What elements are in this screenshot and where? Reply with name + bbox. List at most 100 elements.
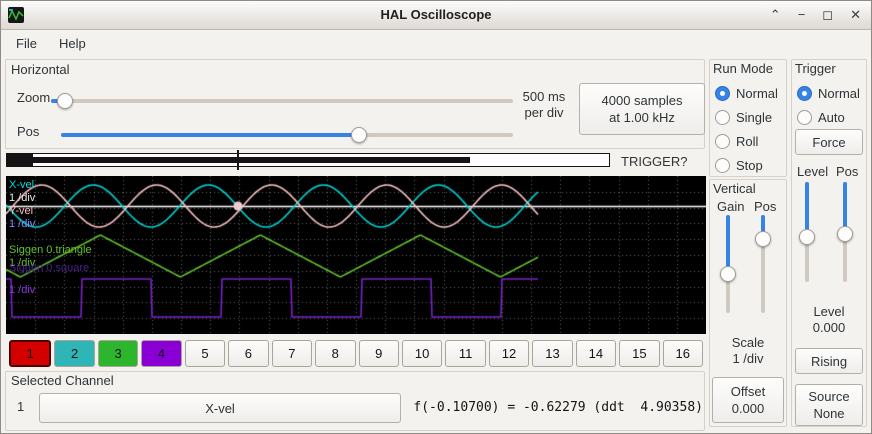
samples-line1: 4000 samples: [602, 92, 683, 109]
channel-button-16[interactable]: 16: [663, 340, 703, 367]
channel-button-14[interactable]: 14: [576, 340, 616, 367]
slider-handle[interactable]: [755, 231, 771, 247]
gain-slider[interactable]: [720, 215, 736, 313]
shade-button[interactable]: ⌃: [770, 1, 781, 29]
menu-help[interactable]: Help: [48, 32, 97, 55]
radio-label: Normal: [818, 86, 860, 101]
channel-button-5[interactable]: 5: [185, 340, 225, 367]
app-window: HAL Oscilloscope ⌃ − ◻ ✕ File Help Horiz…: [0, 0, 872, 434]
offset-label: Offset: [731, 383, 765, 400]
timeline-left-cap: [7, 154, 33, 166]
radio-icon: [797, 86, 812, 101]
close-button[interactable]: ✕: [850, 1, 861, 29]
run-mode-option-stop[interactable]: Stop: [715, 153, 778, 177]
selected-channel-name-button[interactable]: X-vel: [39, 393, 401, 423]
samples-button[interactable]: 4000 samples at 1.00 kHz: [579, 83, 705, 135]
slider-handle[interactable]: [837, 226, 853, 242]
titlebar: HAL Oscilloscope ⌃ − ◻ ✕: [1, 1, 871, 30]
channel-button-1[interactable]: 1: [9, 340, 51, 367]
run-mode-title: Run Mode: [713, 61, 773, 76]
menubar: File Help: [1, 30, 871, 56]
slider-fill: [61, 133, 359, 137]
radio-label: Single: [736, 110, 772, 125]
slider-handle[interactable]: [720, 266, 736, 282]
radio-icon: [715, 86, 730, 101]
radio-icon: [715, 110, 730, 125]
timeline-bar[interactable]: [6, 153, 610, 167]
radio-icon: [715, 158, 730, 173]
radio-label: Roll: [736, 134, 758, 149]
channel-button-7[interactable]: 7: [272, 340, 312, 367]
channel-button-6[interactable]: 6: [228, 340, 268, 367]
force-button-label: Force: [812, 134, 845, 151]
source-button[interactable]: Source None: [795, 384, 863, 426]
run-mode-options: Normal Single Roll Stop: [715, 81, 778, 177]
timeline-window-bar[interactable]: [33, 157, 470, 163]
vertical-pos-label: Pos: [754, 199, 776, 214]
radio-label: Stop: [736, 158, 763, 173]
source-line2: None: [813, 405, 844, 422]
zoom-label: Zoom: [17, 90, 50, 105]
rising-button[interactable]: Rising: [795, 348, 863, 374]
run-mode-option-normal[interactable]: Normal: [715, 81, 778, 105]
slider-trough: [51, 99, 513, 103]
channel-button-15[interactable]: 15: [619, 340, 659, 367]
per-div-line1: 500 ms: [513, 89, 575, 105]
vertical-pos-slider[interactable]: [755, 215, 771, 313]
trigger-options: Normal Auto: [797, 81, 860, 129]
run-mode-option-roll[interactable]: Roll: [715, 129, 778, 153]
selected-channel-number: 1: [17, 399, 24, 414]
trigger-pos-slider[interactable]: [837, 182, 853, 282]
channel-button-2[interactable]: 2: [54, 340, 94, 367]
window-title: HAL Oscilloscope: [1, 7, 871, 22]
per-div-label: 500 ms per div: [513, 89, 575, 121]
channel-button-10[interactable]: 10: [402, 340, 442, 367]
channel-button-13[interactable]: 13: [532, 340, 572, 367]
slider-fill: [726, 215, 730, 274]
scope-display: X-vel1 /divY-vel1 /divSiggen 0.triangle1…: [6, 176, 706, 334]
selected-channel-title: Selected Channel: [11, 373, 114, 388]
channel-value-readout: f(-0.10700) = -0.62279 (ddt 4.90358): [403, 400, 703, 415]
radio-label: Normal: [736, 86, 778, 101]
channel-button-11[interactable]: 11: [445, 340, 485, 367]
per-div-line2: per div: [513, 105, 575, 121]
selected-channel-name: X-vel: [205, 400, 235, 417]
samples-line2: at 1.00 kHz: [609, 109, 675, 126]
force-button[interactable]: Force: [795, 129, 863, 155]
vertical-title: Vertical: [713, 181, 756, 196]
slider-handle[interactable]: [799, 229, 815, 245]
radio-label: Auto: [818, 110, 845, 125]
trigger-mode-option-normal[interactable]: Normal: [797, 81, 860, 105]
offset-button[interactable]: Offset 0.000: [712, 377, 784, 423]
timeline-trigger-marker[interactable]: [237, 150, 239, 170]
radio-icon: [715, 134, 730, 149]
menu-file[interactable]: File: [5, 32, 48, 55]
source-line1: Source: [808, 388, 849, 405]
pos-label: Pos: [17, 124, 39, 139]
trigger-title: Trigger: [795, 61, 836, 76]
trigger-level-readout-label: Level: [791, 304, 867, 320]
rising-button-label: Rising: [811, 353, 847, 370]
pos-slider[interactable]: [61, 127, 513, 143]
channel-button-3[interactable]: 3: [98, 340, 138, 367]
channel-button-8[interactable]: 8: [315, 340, 355, 367]
zoom-slider[interactable]: [51, 93, 513, 109]
trigger-mode-option-auto[interactable]: Auto: [797, 105, 860, 129]
channel-button-9[interactable]: 9: [359, 340, 399, 367]
slider-handle[interactable]: [57, 93, 73, 109]
scale-label: Scale: [709, 335, 787, 351]
trigger-level-slider[interactable]: [799, 182, 815, 282]
minimize-button[interactable]: −: [798, 1, 806, 29]
run-mode-option-single[interactable]: Single: [715, 105, 778, 129]
trigger-level-label: Level: [797, 164, 828, 179]
maximize-button[interactable]: ◻: [822, 1, 833, 29]
window-controls: ⌃ − ◻ ✕: [770, 1, 861, 29]
scale-cell: Scale 1 /div: [709, 335, 787, 367]
gain-label: Gain: [717, 199, 744, 214]
channel-button-12[interactable]: 12: [489, 340, 529, 367]
channel-button-4[interactable]: 4: [141, 340, 181, 367]
offset-value: 0.000: [732, 400, 765, 417]
trigger-pos-label: Pos: [836, 164, 858, 179]
slider-handle[interactable]: [351, 127, 367, 143]
scale-value: 1 /div: [709, 351, 787, 367]
